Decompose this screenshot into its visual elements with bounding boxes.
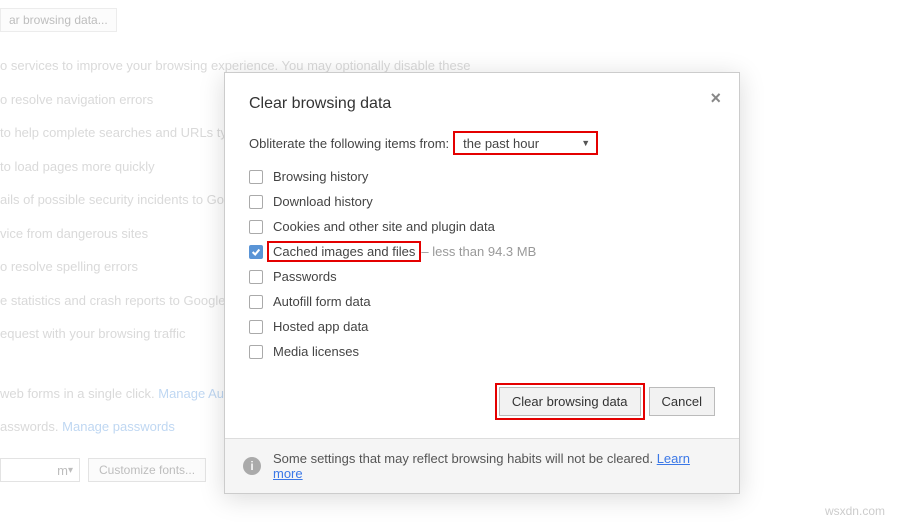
list-item: Cached images and files – less than 94.3… [249, 244, 715, 259]
checkbox-label: Download history [273, 194, 373, 209]
checkbox-label: Browsing history [273, 169, 368, 184]
obliterate-label: Obliterate the following items from: [249, 136, 449, 151]
dialog-title: Clear browsing data [249, 95, 715, 113]
footer-text: Some settings that may reflect browsing … [273, 451, 653, 466]
checkbox-cookies[interactable] [249, 220, 263, 234]
obliterate-row: Obliterate the following items from: the… [249, 131, 715, 155]
list-item: Browsing history [249, 169, 715, 184]
checkbox-hosted-app[interactable] [249, 320, 263, 334]
list-item: Autofill form data [249, 294, 715, 309]
checkbox-list: Browsing history Download history Cookie… [249, 169, 715, 359]
watermark: wsxdn.com [825, 504, 885, 518]
clear-browsing-data-dialog: × Clear browsing data Obliterate the fol… [224, 72, 740, 494]
close-icon[interactable]: × [710, 89, 721, 107]
checkbox-download-history[interactable] [249, 195, 263, 209]
cache-size-text: – less than 94.3 MB [421, 244, 536, 259]
checkbox-label: Hosted app data [273, 319, 368, 334]
checkbox-media-licenses[interactable] [249, 345, 263, 359]
dialog-actions: Clear browsing data Cancel [249, 387, 715, 416]
checkbox-label: Autofill form data [273, 294, 371, 309]
time-range-select[interactable]: the past hour [453, 131, 598, 155]
checkbox-passwords[interactable] [249, 270, 263, 284]
checkbox-label: Media licenses [273, 344, 359, 359]
checkbox-label: Passwords [273, 269, 337, 284]
clear-browsing-data-button[interactable]: Clear browsing data [499, 387, 641, 416]
list-item: Cookies and other site and plugin data [249, 219, 715, 234]
cancel-button[interactable]: Cancel [649, 387, 715, 416]
checkbox-autofill[interactable] [249, 295, 263, 309]
checkbox-label: Cached images and files – less than 94.3… [273, 244, 536, 259]
checkbox-cached-images[interactable] [249, 245, 263, 259]
list-item: Media licenses [249, 344, 715, 359]
list-item: Passwords [249, 269, 715, 284]
info-icon: i [243, 457, 261, 475]
list-item: Hosted app data [249, 319, 715, 334]
checkbox-label: Cookies and other site and plugin data [273, 219, 495, 234]
checkbox-browsing-history[interactable] [249, 170, 263, 184]
dialog-footer: i Some settings that may reflect browsin… [225, 438, 739, 493]
list-item: Download history [249, 194, 715, 209]
